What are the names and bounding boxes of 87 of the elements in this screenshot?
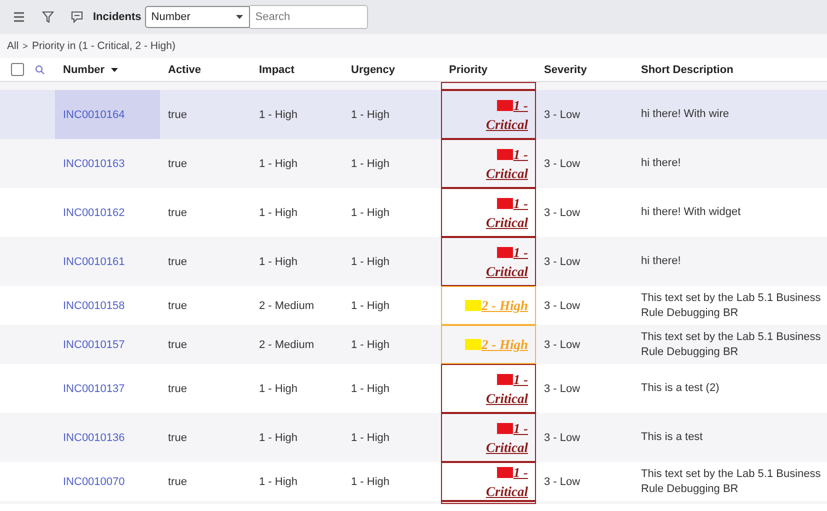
- table-row[interactable]: INC0010163 true 1 - High 1 - High 1 - Critical 3 - Low hi there!: [0, 139, 827, 188]
- table-cell: 3 - Low: [544, 206, 580, 218]
- table-cell-text: hi there!: [641, 156, 682, 171]
- table-cell: true: [168, 158, 187, 170]
- breadcrumb-separator: >: [22, 41, 28, 51]
- table-cell-text: This text set by the Lab 5.1 Business Rule Debugging BR: [641, 466, 822, 496]
- table-cell: 1 - High: [351, 476, 390, 488]
- table-cell: 1 - High: [351, 206, 390, 218]
- column-header[interactable]: Short Description: [641, 64, 734, 76]
- table-cell-text: hi there! With wire: [641, 107, 730, 122]
- column-header[interactable]: Impact: [259, 64, 294, 76]
- table-cell: 2 - Medium: [259, 300, 314, 312]
- table-cell: 3 - Low: [544, 432, 580, 444]
- table-cell: 1 - High: [259, 256, 298, 268]
- table-cell: 1 - High: [259, 158, 298, 170]
- field-select[interactable]: Number: [145, 6, 250, 28]
- chat-icon[interactable]: [71, 11, 83, 23]
- table-cell: true: [168, 256, 187, 268]
- priority-cell: 1 - Critical: [441, 237, 536, 286]
- table-cell: 3 - Low: [544, 108, 580, 120]
- table-cell-text: This is a test (2): [641, 381, 720, 396]
- table-cell: 1 - High: [351, 158, 390, 170]
- table-cell-text: This text set by the Lab 5.1 Business Rule Debugging BR: [641, 330, 822, 360]
- table-cell: 2 - Medium: [259, 338, 314, 350]
- incident-link[interactable]: INC0010158: [63, 300, 125, 312]
- table-cell: 1 - High: [259, 476, 298, 488]
- table-row[interactable]: INC0010157 true 2 - Medium 1 - High 2 - High 3 - Low This text set by the Lab 5.1 Business Rule Debugging BR: [0, 325, 827, 364]
- table-cell: true: [168, 382, 187, 394]
- priority-cell: 1 - Critical: [441, 364, 536, 413]
- incident-link[interactable]: INC0010161: [63, 256, 125, 268]
- table-cell: 1 - High: [259, 432, 298, 444]
- table-cell-text: This text set by the Lab 5.1 Business Rule Debugging BR: [641, 290, 822, 320]
- table-cell: 3 - Low: [544, 382, 580, 394]
- table-cell-text: This is a test: [641, 430, 704, 445]
- table-row[interactable]: INC0010164 true 1 - High 1 - High 1 - Critical 3 - Low hi there! With wire: [0, 90, 827, 139]
- table-cell: true: [168, 476, 187, 488]
- table-cell: true: [168, 206, 187, 218]
- priority-cell: 2 - High: [441, 325, 536, 364]
- table-cell: 3 - Low: [544, 300, 580, 312]
- table-cell: 1 - High: [351, 338, 390, 350]
- menu-icon[interactable]: [13, 12, 25, 22]
- column-header[interactable]: Priority: [449, 64, 488, 76]
- priority-cell: 1 - Critical: [441, 462, 536, 501]
- search-field[interactable]: Search: [250, 5, 368, 29]
- dropdown-caret-icon: [236, 15, 244, 19]
- breadcrumb-link[interactable]: Priority in (1 - Critical, 2 - High): [32, 40, 176, 52]
- table-cell: 1 - High: [259, 382, 298, 394]
- table-cell: 1 - High: [351, 432, 390, 444]
- breadcrumb-link[interactable]: All: [7, 40, 19, 52]
- incident-link[interactable]: INC0010163: [63, 158, 125, 170]
- table-cell: 3 - Low: [544, 158, 580, 170]
- filter-icon[interactable]: [42, 11, 54, 23]
- incident-link[interactable]: INC0010162: [63, 206, 125, 218]
- table-cell: 1 - High: [351, 256, 390, 268]
- priority-cell: 1 - Critical: [441, 90, 536, 139]
- select-all-checkbox[interactable]: [11, 63, 24, 76]
- column-header[interactable]: Number: [63, 64, 105, 76]
- list-title: Incidents: [93, 11, 142, 23]
- column-header[interactable]: Urgency: [351, 64, 396, 76]
- table-cell: true: [168, 432, 187, 444]
- table-cell: true: [168, 108, 187, 120]
- table-cell: 3 - Low: [544, 338, 580, 350]
- table-cell: true: [168, 338, 187, 350]
- table-cell: 3 - Low: [544, 476, 580, 488]
- table-cell: 3 - Low: [544, 256, 580, 268]
- table-row[interactable]: INC0010161 true 1 - High 1 - High 1 - Critical 3 - Low hi there!: [0, 237, 827, 286]
- table-cell: 1 - High: [351, 300, 390, 312]
- incident-link[interactable]: INC0010136: [63, 432, 125, 444]
- priority-cell: 1 - Critical: [441, 188, 536, 237]
- table-cell: 1 - High: [351, 382, 390, 394]
- table-cell: 1 - High: [351, 108, 390, 120]
- priority-cell: 2 - High: [441, 286, 536, 325]
- search-icon[interactable]: [35, 64, 45, 74]
- incident-link[interactable]: INC0010164: [63, 108, 125, 120]
- column-header[interactable]: Active: [168, 64, 202, 76]
- table-cell: 1 - High: [259, 206, 298, 218]
- table-cell: true: [168, 300, 187, 312]
- incident-link[interactable]: INC0010137: [63, 382, 125, 394]
- column-header[interactable]: Severity: [544, 64, 587, 76]
- table-cell-text: hi there!: [641, 254, 682, 269]
- incident-link[interactable]: INC0010070: [63, 476, 125, 488]
- priority-cell: 1 - Critical: [441, 139, 536, 188]
- table-cell-text: hi there! With widget: [641, 205, 742, 220]
- table-row[interactable]: INC0010136 true 1 - High 1 - High 1 - Critical 3 - Low This is a test: [0, 413, 827, 462]
- table-cell: 1 - High: [259, 108, 298, 120]
- incident-link[interactable]: INC0010157: [63, 338, 125, 350]
- priority-cell: 1 - Critical: [441, 413, 536, 462]
